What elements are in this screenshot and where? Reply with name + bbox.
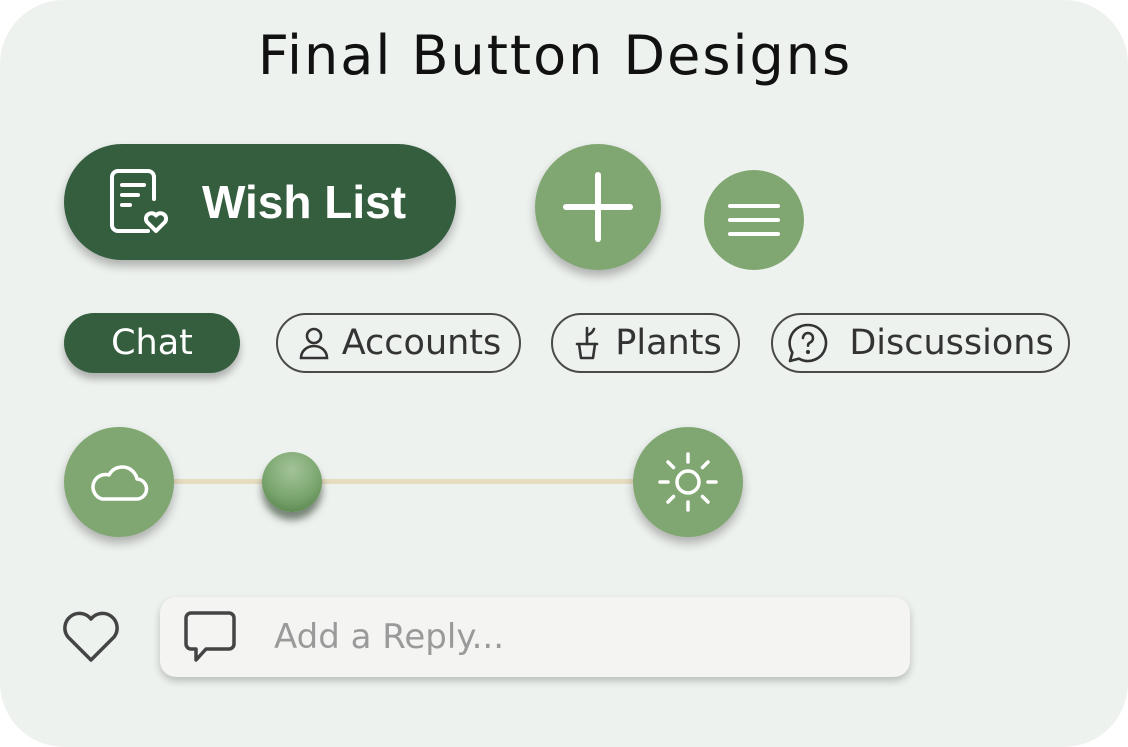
chat-bubble-icon xyxy=(184,611,236,662)
sun-icon xyxy=(658,452,718,512)
sunny-button[interactable] xyxy=(633,427,743,537)
weather-slider-thumb[interactable] xyxy=(262,452,322,512)
chip-plants[interactable]: Plants xyxy=(551,313,740,373)
question-speech-bubble-icon xyxy=(788,323,828,363)
wishlist-heart-document-icon xyxy=(110,169,169,233)
weather-slider-track[interactable] xyxy=(160,479,650,484)
menu-button[interactable] xyxy=(704,170,804,270)
chip-discussions[interactable]: Discussions xyxy=(771,313,1070,373)
add-button[interactable] xyxy=(535,144,661,270)
page-title: Final Button Designs xyxy=(257,24,853,87)
chip-chat-label: Chat xyxy=(111,323,193,363)
cloudy-button[interactable] xyxy=(64,427,174,537)
reply-box xyxy=(160,597,910,677)
reply-input[interactable] xyxy=(272,616,836,658)
person-icon xyxy=(299,327,329,360)
chip-discussions-label: Discussions xyxy=(849,323,1054,363)
chip-accounts[interactable]: Accounts xyxy=(276,313,521,373)
cloud-icon xyxy=(91,465,149,501)
wish-list-button[interactable]: Wish List xyxy=(64,144,456,260)
chip-accounts-label: Accounts xyxy=(341,323,502,363)
potted-plant-icon xyxy=(575,326,599,360)
heart-outline-icon xyxy=(63,611,119,662)
button-showcase-card: Final Button Designs Wish List Chat Acco… xyxy=(0,0,1128,747)
hamburger-menu-icon xyxy=(728,204,780,236)
chip-chat[interactable]: Chat xyxy=(64,313,240,373)
plus-icon xyxy=(563,172,633,242)
wish-list-label: Wish List xyxy=(202,176,407,228)
chip-plants-label: Plants xyxy=(615,323,722,363)
like-button[interactable] xyxy=(60,607,122,665)
